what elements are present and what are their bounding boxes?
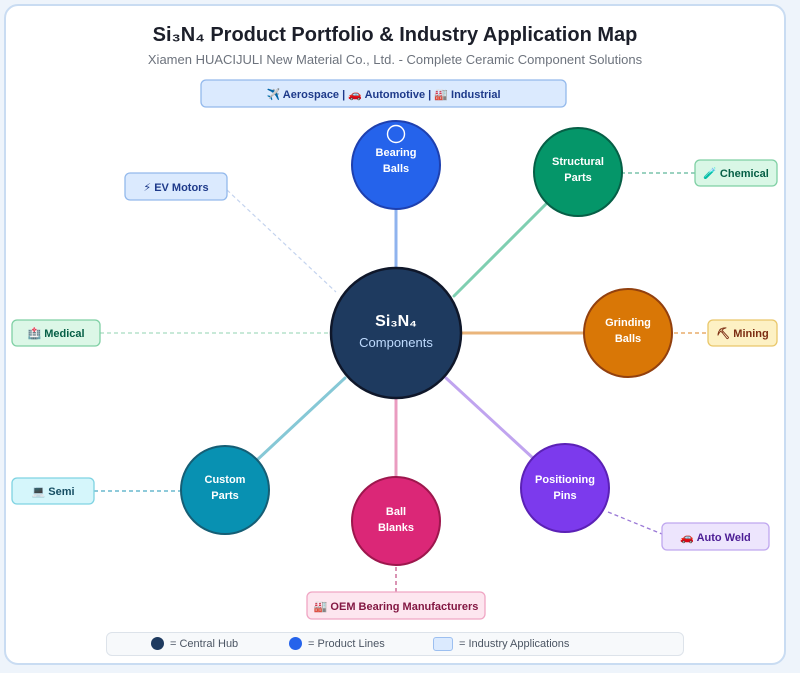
- product-label-line1: Ball: [386, 506, 406, 518]
- tag-label: 🏥 Medical: [27, 327, 84, 340]
- banner: ✈️ Aerospace | 🚗 Automotive | 🏭 Industri…: [200, 79, 567, 108]
- industry-tag-chemical: 🧪 Chemical: [694, 159, 778, 187]
- spoke-custom-parts: [255, 376, 347, 462]
- hub-title: Si₃N₄: [375, 313, 417, 330]
- product-node-positioning-pins: Positioning Pins: [520, 443, 610, 533]
- spoke-positioning-pins: [444, 376, 536, 461]
- product-circle: [520, 443, 610, 533]
- legend-item-hub: = Central Hub: [151, 637, 238, 650]
- industry-tag-medical: 🏥 Medical: [11, 319, 101, 347]
- product-circle: [351, 476, 441, 566]
- central-hub: Si₃N₄ Components: [329, 266, 463, 400]
- legend-industry-swatch: [433, 637, 453, 651]
- legend-product-label: = Product Lines: [308, 637, 385, 650]
- hospital-icon: 🏥: [27, 327, 41, 340]
- application-map: ✈️ Aerospace | 🚗 Automotive | 🏭 Industri…: [11, 79, 778, 620]
- product-label-line1: Grinding: [605, 317, 651, 329]
- tag-label: 🚗 Auto Weld: [680, 532, 751, 544]
- tag-label: 💻 Semi: [31, 486, 74, 498]
- legend-hub-swatch: [151, 637, 164, 650]
- product-label-line2: Pins: [553, 490, 576, 502]
- product-node-ball-blanks: Ball Blanks: [351, 476, 441, 566]
- industry-tag-oem: 🏭 OEM Bearing Manufacturers: [306, 591, 486, 620]
- tag-label: 🏭 OEM Bearing Manufacturers: [314, 600, 479, 613]
- link-auto-weld: [607, 511, 663, 535]
- test-tube-icon: 🧪: [703, 167, 717, 180]
- legend: = Central Hub = Product Lines = Industry…: [106, 632, 684, 656]
- product-node-bearing-balls: Bearing Balls: [351, 120, 441, 210]
- factory-icon: 🏭: [314, 600, 328, 613]
- product-label-line1: Bearing: [376, 147, 417, 159]
- pickaxe-icon: ⛏: [716, 327, 730, 340]
- product-label-line2: Parts: [564, 172, 592, 184]
- lightning-icon: ⚡: [143, 182, 151, 194]
- legend-item-product: = Product Lines: [289, 637, 385, 650]
- tag-label: 🧪 Chemical: [703, 167, 769, 180]
- spoke-structural-parts: [452, 202, 548, 298]
- laptop-icon: 💻: [31, 486, 45, 498]
- legend-hub-label: = Central Hub: [170, 637, 239, 650]
- industry-tag-auto-weld: 🚗 Auto Weld: [661, 522, 770, 551]
- product-label-line1: Structural: [552, 156, 604, 168]
- industry-tag-semi: 💻 Semi: [11, 477, 95, 505]
- legend-item-industry: = Industry Applications: [433, 637, 569, 651]
- industry-tag-mining: ⛏ Mining: [707, 319, 778, 347]
- tag-label: ⛏ Mining: [716, 327, 768, 340]
- product-label-line2: Blanks: [378, 522, 414, 534]
- product-label-line2: Parts: [211, 490, 239, 502]
- car-icon: 🚗: [680, 532, 694, 544]
- product-node-grinding-balls: Grinding Balls: [583, 288, 673, 378]
- banner-text: ✈️ Aerospace | 🚗 Automotive | 🏭 Industri…: [266, 87, 500, 101]
- product-label-line1: Custom: [205, 474, 246, 486]
- legend-industry-label: = Industry Applications: [459, 638, 570, 650]
- product-label-line2: Balls: [383, 163, 409, 175]
- legend-product-swatch: [289, 637, 302, 650]
- industry-tag-ev-motors: ⚡ EV Motors: [124, 172, 228, 201]
- product-node-structural-parts: Structural Parts: [533, 127, 623, 217]
- tag-label: ⚡ EV Motors: [143, 182, 208, 194]
- link-ev-motors: [226, 189, 337, 293]
- product-node-custom-parts: Custom Parts: [180, 445, 270, 535]
- product-label-line2: Balls: [615, 333, 641, 345]
- hub-subtitle: Components: [359, 335, 433, 350]
- product-label-line1: Positioning: [535, 474, 595, 486]
- hub-circle: [329, 266, 463, 400]
